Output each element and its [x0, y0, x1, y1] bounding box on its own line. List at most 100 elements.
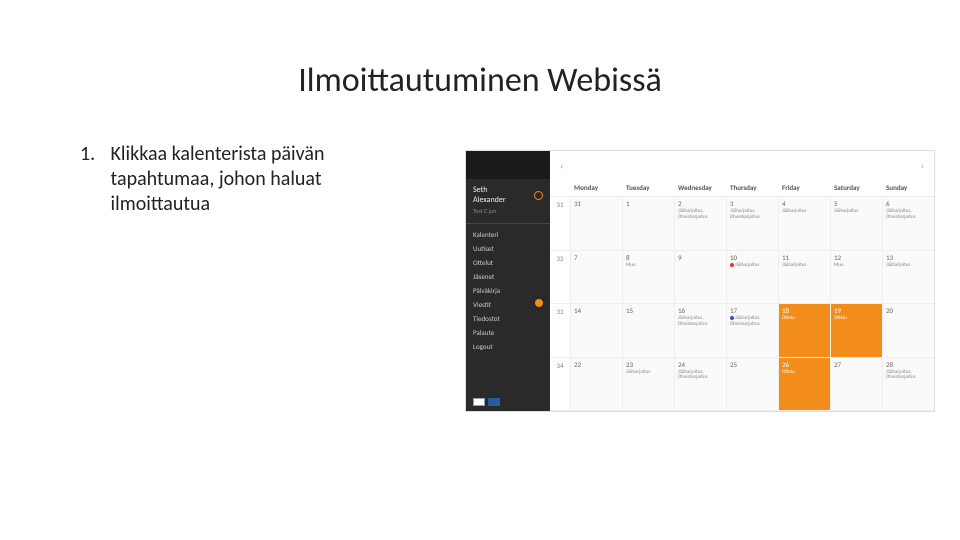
calendar-cell[interactable]: 18Ottelu	[778, 304, 830, 357]
week-number: 31	[550, 197, 570, 250]
calendar-cell[interactable]: 25	[726, 358, 778, 411]
nav-jasenet[interactable]: Jäsenet	[473, 272, 543, 281]
calendar-body: 313112Jääharjoitus, Oheisharjoitus3Jääha…	[550, 197, 934, 411]
calendar-cell[interactable]: 20	[882, 304, 934, 357]
calendar-row: 3278Muu910Jääharjoitus11Jääharjoitus12Mu…	[550, 251, 934, 305]
calendar-cell[interactable]: 16Jääharjoitus, Oheisharjoitus	[674, 304, 726, 357]
badge-icon	[535, 299, 543, 307]
day-header: Saturday	[830, 179, 882, 196]
calendar-cell[interactable]: 11Jääharjoitus	[778, 251, 830, 304]
calendar-cell[interactable]: 12Muu	[830, 251, 882, 304]
flag-fi-icon[interactable]	[473, 398, 485, 406]
day-number: 25	[730, 360, 775, 369]
sidebar-user[interactable]: Seth Alexander Test C jun	[466, 179, 550, 224]
event-label: Jääharjoitus, Oheisharjoitus	[730, 316, 775, 327]
day-number: 31	[574, 199, 619, 208]
user-team: Test C jun	[473, 207, 543, 215]
calendar-cell[interactable]: 10Jääharjoitus	[726, 251, 778, 304]
nav-viestit[interactable]: Viestit	[473, 300, 543, 309]
event-label: Jääharjoitus	[626, 370, 671, 376]
calendar-cell[interactable]: 1	[622, 197, 674, 250]
day-header: Sunday	[882, 179, 934, 196]
day-number: 27	[834, 360, 879, 369]
calendar-cell[interactable]: 31	[570, 197, 622, 250]
status-ring-icon	[534, 191, 543, 200]
day-header: Tuesday	[622, 179, 674, 196]
calendar-row: 342223Jääharjoitus24Jääharjoitus, Oheish…	[550, 358, 934, 412]
calendar-cell[interactable]: 19Ottelu	[830, 304, 882, 357]
event-label: Jääharjoitus, Oheisharjoitus	[886, 209, 931, 220]
nav-viestit-label: Viestit	[473, 300, 491, 309]
flag-sv-icon[interactable]	[488, 398, 500, 406]
day-number: 7	[574, 253, 619, 262]
event-label: Jääharjoitus	[834, 209, 879, 215]
day-number: 16	[678, 306, 723, 315]
step-text: Klikkaa kalenterista päivän tapahtumaa, …	[111, 142, 401, 217]
calendar-cell[interactable]: 5Jääharjoitus	[830, 197, 882, 250]
calendar-cell[interactable]: 15	[622, 304, 674, 357]
event-label: Jääharjoitus, Oheisharjoitus	[678, 316, 723, 327]
event-label: Jääharjoitus	[886, 263, 931, 269]
calendar-cell[interactable]: 26Ottelu	[778, 358, 830, 411]
day-header: Monday	[570, 179, 622, 196]
event-label: Jääharjoitus, Oheisharjoitus	[886, 370, 931, 381]
calendar-cell[interactable]: 7	[570, 251, 622, 304]
language-flags	[466, 393, 550, 411]
day-number: 11	[782, 253, 827, 262]
day-number: 17	[730, 306, 775, 315]
event-label: Jääharjoitus, Oheisharjoitus	[678, 370, 723, 381]
nav-kalenteri[interactable]: Kalenteri	[473, 230, 543, 239]
day-number: 8	[626, 253, 671, 262]
calendar-cell[interactable]: 13Jääharjoitus	[882, 251, 934, 304]
calendar-cell[interactable]: 4Jääharjoitus	[778, 197, 830, 250]
calendar-cell[interactable]: 28Jääharjoitus, Oheisharjoitus	[882, 358, 934, 411]
day-number: 14	[574, 306, 619, 315]
step-number: 1.	[80, 142, 106, 167]
calendar-cell[interactable]: 23Jääharjoitus	[622, 358, 674, 411]
prev-icon[interactable]: ‹	[560, 159, 563, 172]
calendar-cell[interactable]: 22	[570, 358, 622, 411]
day-number: 13	[886, 253, 931, 262]
sidebar-nav: Kalenteri Uutiset Ottelut Jäsenet Päiväk…	[466, 224, 550, 357]
event-label: Jääharjoitus, Oheisharjoitus	[730, 209, 775, 220]
nav-ottelut[interactable]: Ottelut	[473, 258, 543, 267]
calendar-cell[interactable]: 8Muu	[622, 251, 674, 304]
calendar: ‹ › Monday Tuesday Wednesday Thursday Fr…	[550, 151, 934, 411]
event-label: Ottelu	[782, 316, 827, 322]
day-number: 20	[886, 306, 931, 315]
day-number: 6	[886, 199, 931, 208]
calendar-cell[interactable]: 17Jääharjoitus, Oheisharjoitus	[726, 304, 778, 357]
event-label: Muu	[834, 263, 879, 269]
day-number: 15	[626, 306, 671, 315]
event-label: Jääharjoitus, Oheisharjoitus	[678, 209, 723, 220]
next-icon[interactable]: ›	[921, 159, 924, 172]
event-label: Jääharjoitus	[730, 263, 775, 269]
day-number: 1	[626, 199, 671, 208]
day-number: 10	[730, 253, 775, 262]
nav-palaute[interactable]: Palaute	[473, 328, 543, 337]
nav-paivakirja[interactable]: Päiväkirja	[473, 286, 543, 295]
day-number: 12	[834, 253, 879, 262]
day-number: 19	[834, 306, 879, 315]
page-title: Ilmoittautuminen Webissä	[0, 60, 960, 101]
day-number: 28	[886, 360, 931, 369]
sidebar-header	[466, 151, 550, 179]
calendar-cell[interactable]: 2Jääharjoitus, Oheisharjoitus	[674, 197, 726, 250]
nav-uutiset[interactable]: Uutiset	[473, 244, 543, 253]
calendar-cell[interactable]: 14	[570, 304, 622, 357]
day-number: 9	[678, 253, 723, 262]
calendar-cell[interactable]: 27	[830, 358, 882, 411]
calendar-cell[interactable]: 9	[674, 251, 726, 304]
event-dot-icon	[730, 263, 734, 267]
nav-tiedostot[interactable]: Tiedostot	[473, 314, 543, 323]
calendar-cell[interactable]: 24Jääharjoitus, Oheisharjoitus	[674, 358, 726, 411]
week-col-header	[550, 179, 570, 196]
event-label: Jääharjoitus	[782, 209, 827, 215]
day-header: Thursday	[726, 179, 778, 196]
calendar-cell[interactable]: 6Jääharjoitus, Oheisharjoitus	[882, 197, 934, 250]
calendar-row: 33141516Jääharjoitus, Oheisharjoitus17Jä…	[550, 304, 934, 358]
day-header: Wednesday	[674, 179, 726, 196]
calendar-cell[interactable]: 3Jääharjoitus, Oheisharjoitus	[726, 197, 778, 250]
app-screenshot: Seth Alexander Test C jun Kalenteri Uuti…	[465, 150, 935, 412]
nav-logout[interactable]: Logout	[473, 342, 543, 351]
